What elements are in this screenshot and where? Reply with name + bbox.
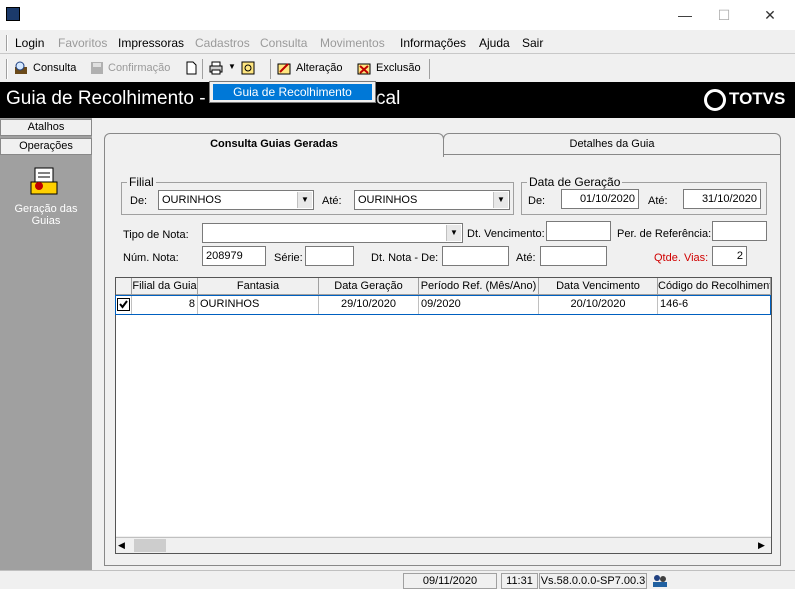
- tipo-nota-select[interactable]: ▼: [202, 223, 463, 243]
- filial-de-value: OURINHOS: [162, 194, 222, 206]
- totvs-logo-icon: [704, 89, 726, 111]
- save-icon: [91, 62, 103, 74]
- menu-sair[interactable]: Sair: [522, 36, 543, 50]
- menu-bar: Login Favoritos Impressoras Cadastros Co…: [0, 32, 795, 54]
- menu-consulta[interactable]: Consulta: [260, 36, 307, 50]
- menu-cadastros[interactable]: Cadastros: [195, 36, 250, 50]
- status-bar: [0, 570, 795, 589]
- tipo-nota-label: Tipo de Nota:: [123, 229, 189, 241]
- print-dropdown-menu: Guia de Recolhimento: [209, 81, 376, 103]
- grid-header-periodo-ref[interactable]: Período Ref. (Mês/Ano): [419, 278, 539, 295]
- printer-icon[interactable]: [209, 61, 223, 75]
- menu-favoritos[interactable]: Favoritos: [58, 36, 107, 50]
- exclusao-icon: [357, 63, 371, 75]
- menu-movimentos[interactable]: Movimentos: [320, 36, 385, 50]
- toolbar-separator: [429, 59, 430, 79]
- dt-nota-de-label: Dt. Nota - De:: [371, 252, 439, 264]
- chevron-down-icon[interactable]: ▼: [446, 225, 461, 241]
- grid-header-filial[interactable]: Filial da Guia: [132, 278, 198, 295]
- grid-header-codigo[interactable]: Código do Recolhiment: [658, 278, 771, 295]
- menu-ajuda[interactable]: Ajuda: [479, 36, 510, 50]
- filial-de-label: De:: [130, 195, 148, 207]
- dropdown-item-guia-recolhimento[interactable]: Guia de Recolhimento: [213, 84, 372, 100]
- app-icon: [6, 7, 20, 21]
- grid-header-fantasia[interactable]: Fantasia: [198, 278, 319, 295]
- filial-ate-label: Até:: [322, 195, 342, 207]
- serie-field[interactable]: [305, 246, 354, 266]
- status-time: 11:31: [501, 573, 538, 589]
- num-nota-label: Núm. Nota:: [123, 252, 179, 264]
- menu-grip: [6, 35, 8, 51]
- toolbar-separator: [270, 59, 271, 79]
- data-geracao-de-label: De:: [528, 195, 546, 207]
- dt-nota-ate-label: Até:: [516, 252, 536, 264]
- serie-label: Série:: [274, 252, 303, 264]
- dt-nota-de-field[interactable]: [442, 246, 509, 266]
- chevron-down-icon[interactable]: ▼: [493, 192, 508, 208]
- per-referencia-label: Per. de Referência:: [617, 228, 712, 240]
- qtde-vias-field[interactable]: 2: [712, 246, 747, 266]
- filial-de-select[interactable]: OURINHOS ▼: [158, 190, 314, 210]
- totvs-logo: TOTVS: [729, 89, 786, 108]
- qtde-vias-label: Qtde. Vias:: [654, 252, 709, 264]
- toolbar-grip: [6, 59, 8, 79]
- title-bar: — ☐ ✕: [0, 0, 795, 30]
- toolbar: Consulta Confirmação ▼ Alteração Exclusã…: [0, 56, 795, 82]
- menu-impressoras[interactable]: Impressoras: [118, 36, 184, 50]
- grid-header-check: [116, 278, 132, 295]
- scroll-thumb[interactable]: [134, 539, 166, 552]
- status-version: Vs.58.0.0.0-SP7.00.3: [539, 573, 647, 589]
- num-nota-field[interactable]: 208979: [202, 246, 266, 266]
- consulta-icon: [15, 61, 27, 74]
- dt-vencimento-label: Dt. Vencimento:: [467, 228, 545, 240]
- scroll-right-icon[interactable]: ▶: [758, 540, 765, 551]
- users-icon: [653, 575, 667, 587]
- toolbar-separator: [202, 59, 203, 79]
- menu-login[interactable]: Login: [15, 36, 44, 50]
- exclusao-button[interactable]: Exclusão: [376, 62, 421, 74]
- status-date: 09/11/2020: [403, 573, 497, 589]
- data-geracao-de-field[interactable]: 01/10/2020: [561, 189, 639, 209]
- filial-legend: Filial: [127, 175, 156, 189]
- new-document-icon[interactable]: [184, 61, 198, 75]
- filial-ate-select[interactable]: OURINHOS ▼: [354, 190, 510, 210]
- alteracao-button[interactable]: Alteração: [296, 62, 342, 74]
- per-referencia-field[interactable]: [712, 221, 767, 241]
- sidebar-operacoes[interactable]: Operações: [0, 138, 92, 155]
- sidebar-atalhos[interactable]: Atalhos: [0, 119, 92, 136]
- printer-dropdown-arrow-icon[interactable]: ▼: [228, 62, 236, 71]
- grid-body: [116, 296, 771, 536]
- confirmacao-button[interactable]: Confirmação: [108, 62, 170, 74]
- dt-nota-ate-field[interactable]: [540, 246, 607, 266]
- close-button[interactable]: ✕: [757, 4, 783, 26]
- table-row[interactable]: [115, 295, 771, 315]
- grid-header-data-geracao[interactable]: Data Geração: [319, 278, 419, 295]
- dt-vencimento-field[interactable]: [546, 221, 611, 241]
- tab-consulta-guias[interactable]: Consulta Guias Geradas: [104, 133, 444, 157]
- filial-ate-value: OURINHOS: [358, 194, 418, 206]
- page-title: Guia de Recolhimento -: [6, 88, 206, 109]
- chevron-down-icon[interactable]: ▼: [297, 192, 312, 208]
- horizontal-scrollbar[interactable]: ◀ ▶: [116, 537, 771, 553]
- grid-header-data-vencimento[interactable]: Data Vencimento: [539, 278, 658, 295]
- report-icon[interactable]: [241, 61, 255, 75]
- geracao-guias-label[interactable]: Geração das Guias: [2, 203, 90, 227]
- consulta-button[interactable]: Consulta: [33, 62, 76, 74]
- menu-informacoes[interactable]: Informações: [400, 36, 466, 50]
- alteracao-icon: [277, 63, 291, 75]
- tab-detalhes-guia[interactable]: Detalhes da Guia: [443, 133, 781, 155]
- maximize-button[interactable]: ☐: [711, 4, 737, 26]
- data-geracao-ate-label: Até:: [648, 195, 668, 207]
- data-geracao-ate-field[interactable]: 31/10/2020: [683, 189, 761, 209]
- data-geracao-legend: Data de Geração: [527, 175, 623, 189]
- minimize-button[interactable]: —: [672, 4, 698, 26]
- geracao-guias-icon[interactable]: [29, 166, 59, 196]
- scroll-left-icon[interactable]: ◀: [118, 540, 125, 551]
- page-title-tail: cal: [376, 88, 401, 109]
